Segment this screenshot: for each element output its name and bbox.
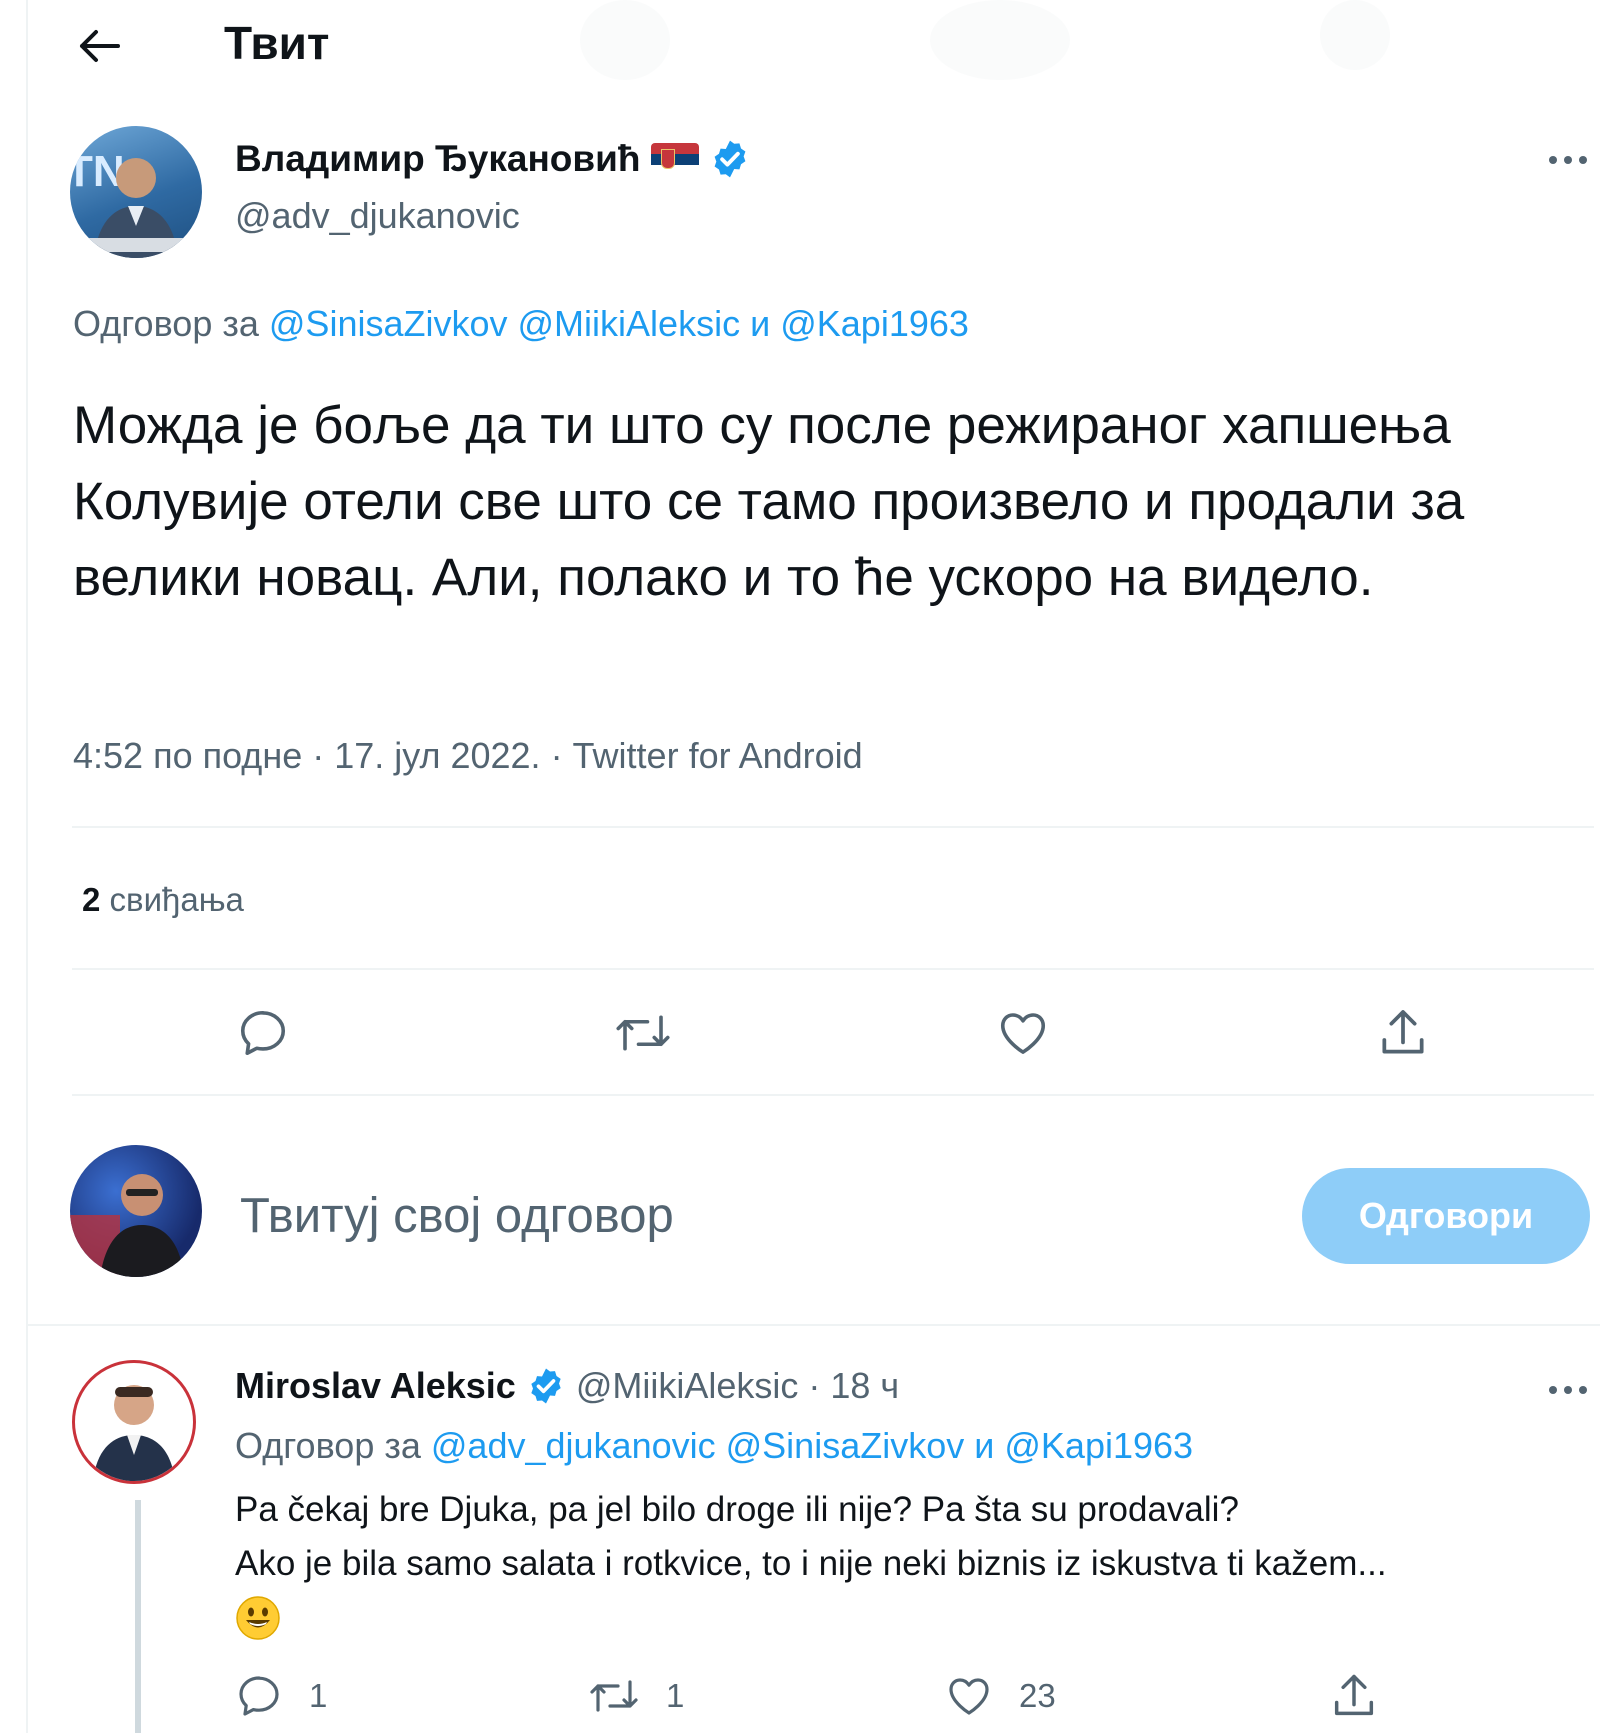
reply-text-line: Pa čekaj bre Djuka, pa jel bilo droge il… (235, 1490, 1239, 1529)
smiley-emoji (235, 1595, 281, 1641)
mention-link[interactable]: @SinisaZivkov (269, 303, 508, 344)
reply-compose-input[interactable]: Твитуј свој одговор (240, 1188, 674, 1244)
reply-time[interactable]: · 18 ч (808, 1365, 899, 1407)
likes-count-link[interactable]: 2 свиђања (82, 881, 244, 919)
mention-link[interactable]: @Kapi1963 (1004, 1425, 1193, 1466)
likes-count: 2 (82, 881, 101, 918)
more-options-icon[interactable] (1540, 140, 1596, 180)
reply-to-line: Одговор за @SinisaZivkov @MiikiAleksic и… (73, 303, 969, 345)
like-count: 23 (1019, 1677, 1056, 1714)
like-icon[interactable] (945, 1672, 993, 1720)
reply-icon[interactable] (235, 1672, 283, 1720)
retweet-icon[interactable] (588, 1672, 640, 1720)
verified-badge-icon (526, 1366, 566, 1406)
share-icon[interactable] (1370, 1000, 1436, 1066)
column-border (26, 0, 28, 1733)
reply-text-line: Ako je bila samo salata i rotkvice, to i… (235, 1544, 1387, 1583)
reply-text: Pa čekaj bre Djuka, pa jel bilo droge il… (235, 1483, 1387, 1641)
svg-text:TN: TN (70, 147, 125, 196)
like-action[interactable]: 23 (945, 1672, 1056, 1720)
mention-link[interactable]: @adv_djukanovic (431, 1425, 716, 1466)
reply-author-handle[interactable]: @MiikiAleksic (576, 1365, 799, 1407)
header-bg-decoration (930, 0, 1070, 80)
reply-author-name[interactable]: Miroslav Aleksic (235, 1365, 516, 1407)
reply-icon[interactable] (230, 1000, 296, 1066)
tweet-timestamp[interactable]: 4:52 по подне · 17. јул 2022. · Twitter … (73, 735, 863, 777)
reply-count: 1 (309, 1677, 328, 1714)
reply-to-prefix: Одговор за (73, 303, 259, 344)
author-name[interactable]: Владимир Ђукановић (235, 138, 641, 180)
like-icon[interactable] (990, 1000, 1056, 1066)
reply-to-prefix: Одговор за (235, 1425, 421, 1466)
mention-link[interactable]: @Kapi1963 (780, 303, 969, 344)
reply-action[interactable]: 1 (235, 1672, 327, 1720)
divider (72, 826, 1594, 828)
reply-to-conjunction: и (750, 303, 771, 344)
retweet-action[interactable]: 1 (588, 1672, 684, 1720)
thread-line (135, 1500, 141, 1733)
header-bg-decoration (580, 0, 670, 80)
mention-link[interactable]: @MiikiAleksic (518, 303, 741, 344)
serbia-flag-icon (650, 143, 699, 175)
verified-badge-icon (709, 138, 751, 180)
share-icon[interactable] (1328, 1670, 1380, 1722)
reply-to-conjunction: и (974, 1425, 995, 1466)
author-handle[interactable]: @adv_djukanovic (235, 195, 520, 237)
divider (28, 1324, 1600, 1326)
divider (72, 968, 1594, 970)
likes-label: свиђања (109, 881, 244, 918)
more-options-icon[interactable] (1540, 1370, 1596, 1410)
header-bg-decoration (1320, 0, 1390, 70)
back-arrow-icon[interactable] (70, 18, 130, 73)
reply-to-line: Одговор за @adv_djukanovic @SinisaZivkov… (235, 1425, 1193, 1467)
divider (72, 1094, 1594, 1096)
reply-author-avatar[interactable] (72, 1360, 196, 1484)
mention-link[interactable]: @SinisaZivkov (726, 1425, 965, 1466)
tweet-text: Можда је боље да ти што су после режиран… (73, 396, 1465, 607)
current-user-avatar[interactable] (70, 1145, 202, 1277)
retweet-icon[interactable] (608, 1000, 678, 1066)
page-title: Твит (224, 17, 330, 69)
reply-submit-button[interactable]: Одговори (1302, 1168, 1590, 1264)
author-avatar[interactable]: TN (70, 126, 202, 258)
retweet-count: 1 (666, 1677, 685, 1714)
